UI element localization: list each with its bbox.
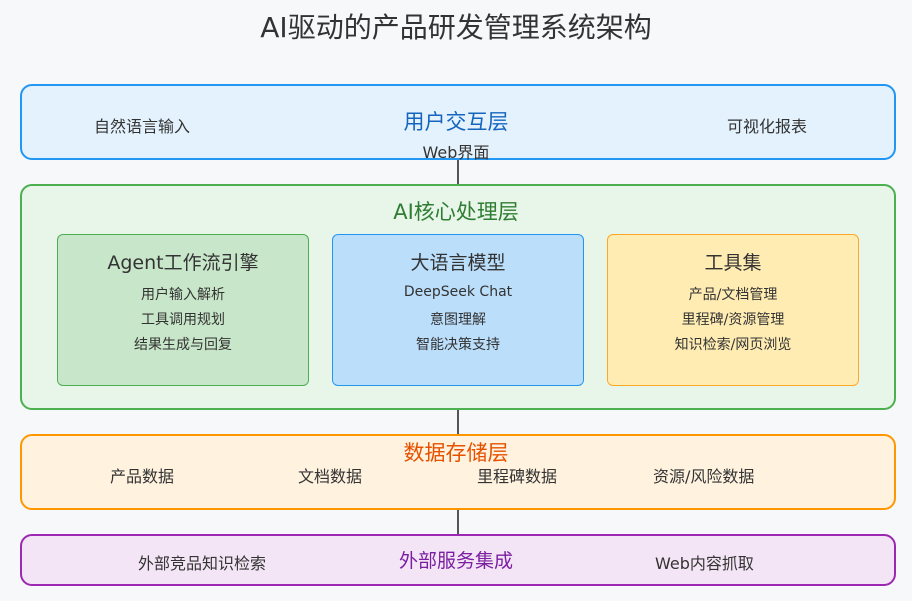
agent-workflow-item: 工具调用规划 (141, 312, 225, 328)
llm-item: DeepSeek Chat (403, 284, 513, 300)
ai-core-layer-title: AI核心处理层 (393, 200, 519, 224)
resource-risk-data-label: 资源/风险数据 (653, 467, 755, 486)
diagram-title: AI驱动的产品研发管理系统架构 (260, 11, 652, 44)
connector-ui-ai (457, 160, 459, 184)
llm-item: 智能决策支持 (416, 337, 500, 353)
toolset-item: 里程碑/资源管理 (681, 312, 785, 328)
web-content-scraping-label: Web内容抓取 (655, 554, 754, 573)
natural-language-input-label: 自然语言输入 (94, 117, 191, 136)
document-data-label: 文档数据 (298, 467, 363, 486)
connector-data-external (457, 510, 459, 534)
toolset-item: 产品/文档管理 (688, 287, 778, 303)
milestone-data-label: 里程碑数据 (477, 467, 558, 486)
product-data-label: 产品数据 (110, 467, 175, 486)
toolset-item: 知识检索/网页浏览 (674, 337, 792, 353)
agent-workflow-title: Agent工作流引擎 (107, 252, 259, 274)
agent-workflow-item: 结果生成与回复 (134, 337, 232, 353)
toolset-title: 工具集 (704, 252, 762, 274)
llm-title: 大语言模型 (410, 252, 506, 274)
llm-item: 意图理解 (430, 312, 486, 328)
external-services-layer-title: 外部服务集成 (398, 550, 513, 572)
connector-ai-data (457, 410, 459, 434)
web-interface-label: Web界面 (422, 143, 490, 162)
visual-report-label: 可视化报表 (727, 117, 808, 136)
agent-workflow-item: 用户输入解析 (141, 287, 225, 303)
competitor-knowledge-search-label: 外部竞品知识检索 (138, 554, 267, 573)
